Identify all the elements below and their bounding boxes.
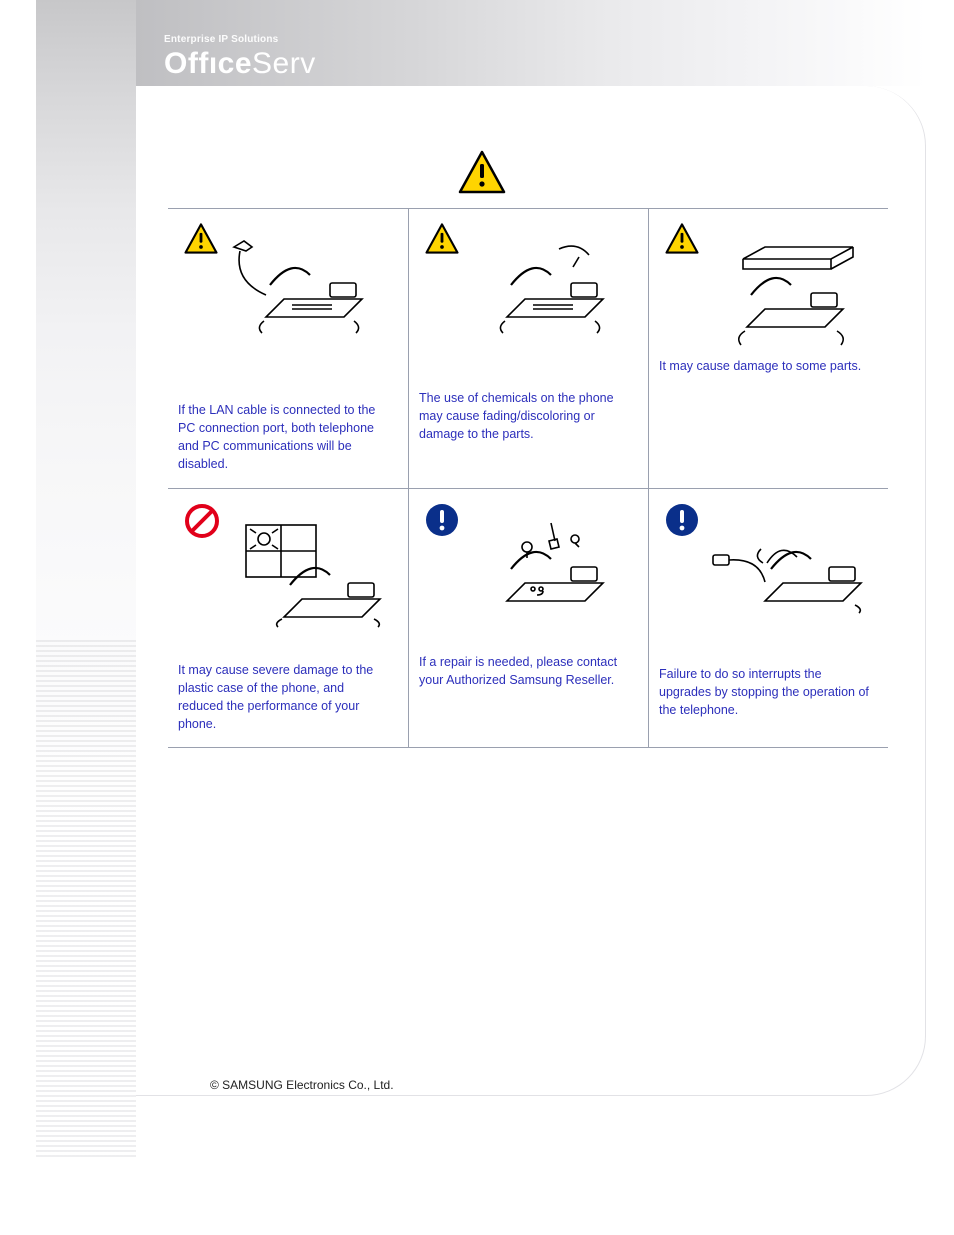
- caution-cell: Avoid placing the telephone in direct su…: [168, 489, 408, 749]
- cell-body: It may cause severe damage to the plasti…: [178, 661, 390, 734]
- copyright: © SAMSUNG Electronics Co., Ltd.: [210, 1078, 394, 1092]
- left-gradient-band: [36, 0, 136, 1180]
- cell-body: If the LAN cable is connected to the PC …: [178, 401, 390, 474]
- section-title-row: Caution: [168, 140, 888, 208]
- cell-illustration: [419, 221, 630, 341]
- caution-cell: Do not place any heavy object on top of …: [648, 209, 888, 489]
- caution-triangle-icon: [425, 223, 459, 259]
- caution-triangle-icon: [665, 223, 699, 259]
- cell-body: The use of chemicals on the phone may ca…: [419, 389, 630, 443]
- phone-line-art-icon: [707, 519, 877, 624]
- cell-illustration: [178, 501, 390, 621]
- prohibit-icon: [184, 503, 220, 544]
- brand-block: Enterprise IP Solutions OffıceServ: [164, 34, 316, 81]
- cell-body: Failure to do so interrupts the upgrades…: [659, 665, 870, 719]
- brand-logo: OffıceServ: [164, 47, 316, 81]
- cell-illustration: [659, 221, 870, 341]
- phone-line-art-icon: [467, 519, 627, 624]
- brand-logo-light: Serv: [252, 47, 316, 80]
- cell-body: It may cause damage to some parts.: [659, 357, 870, 375]
- cell-body: If a repair is needed, please contact yo…: [419, 653, 630, 689]
- caution-cell: Do not connect the phone to the PC conne…: [168, 209, 408, 489]
- caution-triangle-icon: [184, 223, 218, 259]
- phone-line-art-icon: [226, 519, 386, 634]
- cell-illustration: [419, 501, 630, 621]
- cell-illustration: [178, 221, 390, 341]
- caution-cell: Do not use chemical solvents such as wax…: [408, 209, 648, 489]
- notice-circle-icon: [665, 503, 699, 542]
- content-area: Caution: [168, 140, 888, 748]
- notice-circle-icon: [425, 503, 459, 542]
- caution-cell: Do not attempt to disassemble, fix, or r…: [408, 489, 648, 749]
- cell-illustration: [659, 501, 870, 621]
- caution-grid: Do not connect the phone to the PC conne…: [168, 208, 888, 748]
- phone-line-art-icon: [467, 239, 617, 344]
- brand-tagline: Enterprise IP Solutions: [164, 34, 316, 45]
- grid-row: Avoid placing the telephone in direct su…: [168, 489, 888, 749]
- brand-logo-bold: Offıce: [164, 47, 252, 80]
- page: Enterprise IP Solutions OffıceServ Cauti…: [0, 0, 954, 1235]
- phone-line-art-icon: [226, 239, 376, 344]
- caution-triangle-icon: [458, 150, 506, 199]
- caution-cell: Do not separate the LAN cable from the p…: [648, 489, 888, 749]
- grid-row: Do not connect the phone to the PC conne…: [168, 209, 888, 489]
- phone-line-art-icon: [707, 239, 867, 354]
